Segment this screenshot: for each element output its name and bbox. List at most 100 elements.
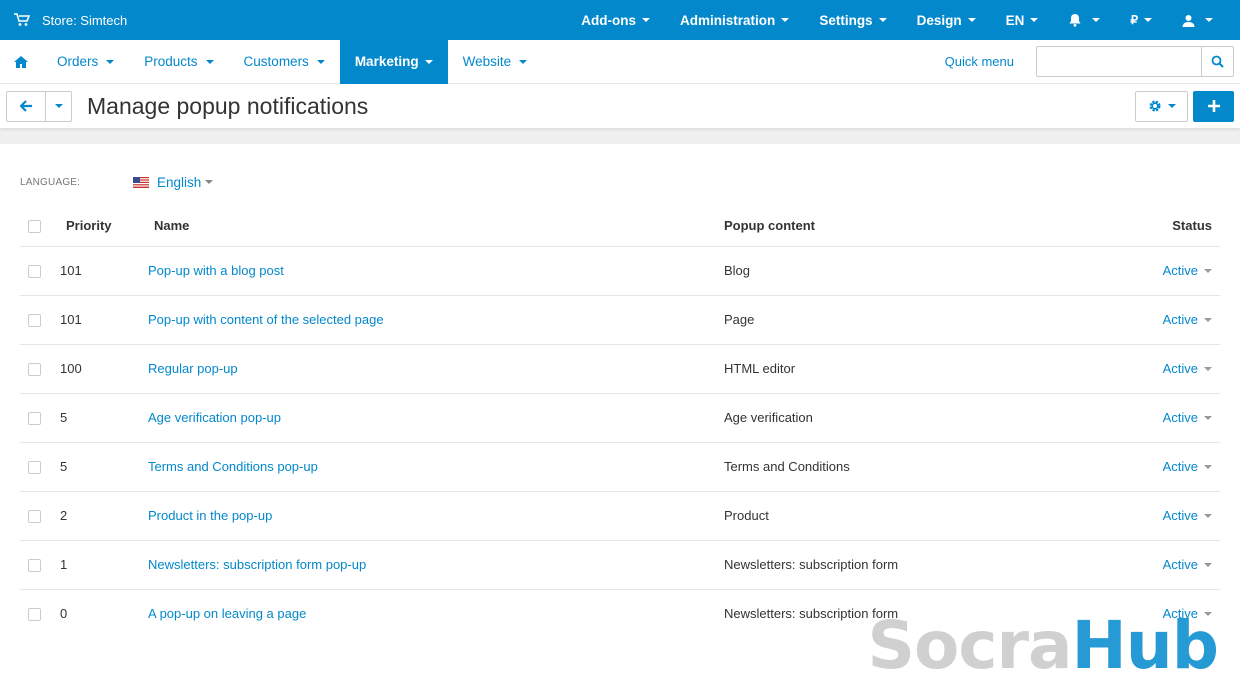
status-label: Active [1162, 263, 1198, 278]
topnav-notifications[interactable] [1053, 0, 1115, 40]
row-name-link[interactable]: Terms and Conditions pop-up [148, 459, 318, 474]
home-link[interactable] [0, 40, 42, 84]
chevron-down-icon [1205, 18, 1213, 22]
topnav-currency[interactable]: ₽ [1115, 0, 1167, 40]
status-dropdown[interactable]: Active [1163, 508, 1212, 523]
select-all-cell [20, 206, 58, 247]
cart-icon [14, 13, 30, 26]
row-name-link[interactable]: Age verification pop-up [148, 410, 281, 425]
topnav-administration[interactable]: Administration [665, 0, 804, 40]
row-status-cell: Active [1070, 491, 1220, 541]
nav-marketing[interactable]: Marketing [339, 39, 448, 84]
table-row: 5 Age verification pop-up Age verification… [20, 393, 1220, 443]
chevron-down-icon [1204, 366, 1212, 371]
back-dropdown-button[interactable] [46, 90, 72, 122]
row-status-cell: Active [1070, 295, 1220, 345]
row-checkbox[interactable] [28, 608, 41, 622]
nav-products[interactable]: Products [129, 40, 228, 84]
row-status-cell: Active [1070, 246, 1220, 296]
add-popup-button[interactable] [1193, 90, 1234, 122]
status-header[interactable]: Status [1070, 206, 1220, 247]
nav-website[interactable]: Website [448, 40, 543, 84]
status-dropdown[interactable]: Active [1163, 361, 1212, 376]
row-checkbox[interactable] [28, 510, 41, 524]
row-checkbox[interactable] [28, 559, 41, 573]
row-content: Age verification [724, 393, 1070, 443]
row-name-link[interactable]: Product in the pop-up [148, 508, 272, 523]
name-header[interactable]: Name [148, 206, 724, 247]
status-dropdown[interactable]: Active [1163, 312, 1212, 327]
main-content: LANGUAGE: English Priority Name Popup co… [0, 144, 1240, 638]
row-checkbox[interactable] [28, 363, 41, 377]
row-priority: 5 [58, 442, 148, 492]
bell-icon [1069, 14, 1081, 27]
row-content: Page [724, 295, 1070, 345]
chevron-down-icon [54, 104, 63, 108]
chevron-down-icon [781, 18, 790, 22]
topnav-design[interactable]: Design [902, 0, 991, 40]
row-name-cell: Pop-up with a blog post [148, 246, 724, 296]
row-checkbox[interactable] [28, 314, 41, 328]
chevron-down-icon [1030, 18, 1039, 22]
priority-header[interactable]: Priority [58, 206, 148, 247]
status-dropdown[interactable]: Active [1163, 459, 1212, 474]
store-switcher[interactable]: Store: Simtech [0, 13, 127, 28]
row-checkbox-cell [20, 344, 58, 394]
search-input[interactable] [1036, 46, 1201, 77]
row-checkbox-cell [20, 295, 58, 345]
plus-icon [1207, 100, 1220, 112]
row-name-cell: Newsletters: subscription form pop-up [148, 540, 724, 590]
status-dropdown[interactable]: Active [1163, 410, 1212, 425]
row-name-cell: Terms and Conditions pop-up [148, 442, 724, 492]
row-checkbox-cell [20, 442, 58, 492]
chevron-down-icon [878, 18, 887, 22]
status-label: Active [1162, 410, 1198, 425]
topnav-settings[interactable]: Settings [804, 0, 901, 40]
status-dropdown[interactable]: Active [1163, 263, 1212, 278]
back-button[interactable] [6, 90, 46, 122]
row-checkbox[interactable] [28, 265, 41, 279]
status-dropdown[interactable]: Active [1163, 557, 1212, 572]
row-checkbox[interactable] [28, 412, 41, 426]
row-name-link[interactable]: Newsletters: subscription form pop-up [148, 557, 366, 572]
row-checkbox-cell [20, 491, 58, 541]
row-name-link[interactable]: Regular pop-up [148, 361, 238, 376]
nav-customers[interactable]: Customers [229, 40, 340, 84]
language-dropdown[interactable]: English [133, 175, 214, 190]
status-label: Active [1162, 508, 1198, 523]
status-label: Active [1162, 361, 1198, 376]
content-header: Popup content [724, 206, 1070, 247]
table-row: 5 Terms and Conditions pop-up Terms and Co… [20, 442, 1220, 492]
row-name-cell: Age verification pop-up [148, 393, 724, 443]
table-row: 101 Pop-up with a blog post Blog Active [20, 246, 1220, 296]
row-content: Product [724, 491, 1070, 541]
row-status-cell: Active [1070, 540, 1220, 590]
settings-button[interactable] [1135, 90, 1188, 122]
row-priority: 2 [58, 491, 148, 541]
row-name-link[interactable]: A pop-up on leaving a page [148, 606, 306, 621]
row-status-cell: Active [1070, 344, 1220, 394]
row-checkbox-cell [20, 540, 58, 590]
chevron-down-icon [1092, 18, 1101, 22]
row-name-link[interactable]: Pop-up with a blog post [148, 263, 284, 278]
select-all-checkbox[interactable] [28, 220, 41, 234]
nav-orders[interactable]: Orders [42, 40, 129, 84]
row-name-link[interactable]: Pop-up with content of the selected page [148, 312, 384, 327]
quick-menu-link[interactable]: Quick menu [945, 54, 1014, 69]
chevron-down-icon [424, 59, 433, 64]
arrow-left-icon [19, 100, 32, 112]
row-content: HTML editor [724, 344, 1070, 394]
row-priority: 1 [58, 540, 148, 590]
main-nav: Orders Products Customers Marketing Webs… [0, 39, 1240, 84]
topnav-language[interactable]: EN [991, 0, 1054, 40]
status-label: Active [1162, 557, 1198, 572]
row-checkbox[interactable] [28, 461, 41, 475]
topnav-user[interactable] [1167, 0, 1228, 40]
row-checkbox-cell [20, 393, 58, 443]
search-button[interactable] [1201, 46, 1234, 77]
table-row: 101 Pop-up with content of the selected p… [20, 295, 1220, 345]
topnav-addons[interactable]: Add-ons [566, 0, 665, 40]
us-flag-icon [133, 176, 149, 188]
chevron-down-icon [316, 59, 325, 64]
title-bar: Manage popup notifications [0, 84, 1240, 128]
